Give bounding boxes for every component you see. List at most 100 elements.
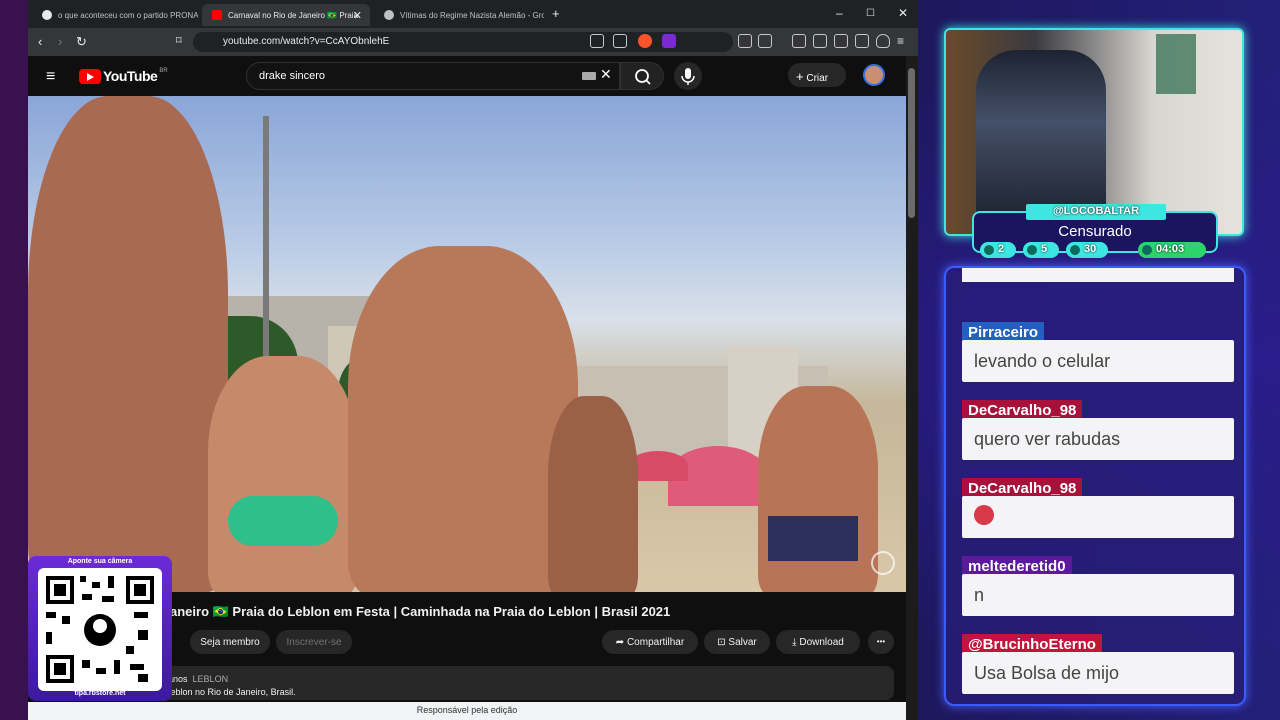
tab-prona[interactable]: o que aconteceu com o partido PRONA - Pe — [32, 4, 198, 26]
kick-icon — [1070, 245, 1080, 255]
microphone-icon — [681, 68, 695, 85]
minimize-button[interactable]: – — [836, 6, 843, 20]
extensions-icon[interactable] — [738, 34, 752, 48]
chat-list: Pirraceiro levando o celular DeCarvalho_… — [962, 322, 1234, 704]
tab-label: Vítimas do Regime Nazista Alemão - Grok — [400, 10, 544, 20]
qr-code — [38, 568, 162, 691]
reload-icon[interactable]: ↻ — [76, 34, 87, 50]
cast-icon[interactable] — [590, 34, 604, 48]
watermark-icon — [871, 551, 895, 575]
logo-text: YouTube — [103, 68, 158, 84]
description-text: o Leblon no Rio de Janeiro, Brasil. — [158, 687, 296, 697]
create-label: Criar — [806, 73, 829, 84]
tab-grok[interactable]: Vítimas do Regime Nazista Alemão - Grok — [374, 4, 544, 26]
maximize-button[interactable]: ☐ — [866, 8, 875, 19]
search-icon — [635, 69, 651, 85]
vpn-icon[interactable] — [876, 34, 890, 48]
subscribe-button[interactable]: Inscrever-se — [276, 630, 352, 654]
avatar[interactable] — [863, 64, 885, 86]
streamer-handle: @LOCOBALTAR — [1026, 204, 1166, 220]
screenshot-icon[interactable] — [758, 34, 772, 48]
search-input[interactable]: drake sincero — [246, 62, 620, 90]
chat-message: DeCarvalho_98 quero ver rabudas — [962, 400, 1234, 478]
person — [28, 96, 228, 592]
rewards-icon[interactable] — [662, 34, 676, 48]
share-button[interactable]: ➦ Compartilhar — [602, 630, 698, 654]
stat-youtube: 5 — [1023, 242, 1059, 258]
grok-icon — [384, 10, 394, 20]
youtube-icon — [1027, 245, 1037, 255]
chat-text — [962, 496, 1234, 538]
chat-message-partial — [962, 268, 1234, 282]
new-tab-button[interactable]: + — [552, 6, 560, 21]
stat-value: 5 — [1041, 243, 1048, 255]
chat-icon — [984, 245, 994, 255]
person — [548, 396, 638, 592]
sidebar-icon[interactable] — [813, 34, 827, 48]
join-button[interactable]: Seja membro — [190, 630, 270, 654]
save-icon: ⊡ — [717, 637, 729, 648]
download-button[interactable]: ⤓ Download — [776, 630, 860, 654]
share-label: Compartilhar — [626, 637, 685, 648]
stat-value: 30 — [1084, 243, 1097, 255]
menu-icon[interactable]: ≡ — [897, 34, 904, 48]
subscribe-label: Inscrever-se — [286, 637, 342, 648]
description-meta: anos LEBLON — [168, 674, 228, 684]
share-icon[interactable] — [613, 34, 627, 48]
chat-text: n — [962, 574, 1234, 616]
window — [1156, 34, 1196, 94]
youtube-logo[interactable]: YouTube BR — [79, 68, 168, 84]
hamburger-icon[interactable]: ≡ — [46, 68, 55, 86]
tab-label: Carnaval no Rio de Janeiro 🇧🇷 Praia — [228, 10, 359, 20]
chat-message: meltederetid0 n — [962, 556, 1234, 634]
chat-text: Usa Bolsa de mijo — [962, 652, 1234, 694]
forward-icon[interactable]: › — [58, 34, 62, 49]
bookmark-icon[interactable]: ⌑ — [176, 34, 182, 47]
description-box[interactable]: anos LEBLON o Leblon no Rio de Janeiro, … — [138, 666, 894, 700]
close-window-button[interactable]: ✕ — [898, 6, 908, 20]
qr-url: tipa.rbstore.net — [74, 690, 126, 697]
stat-timer: 04:03 — [1138, 242, 1206, 258]
save-button[interactable]: ⊡ Salvar — [704, 630, 770, 654]
gaming-chair — [976, 50, 1106, 230]
voice-search-button[interactable] — [674, 62, 702, 90]
clear-search-icon[interactable]: ✕ — [600, 66, 612, 83]
back-icon[interactable]: ‹ — [38, 34, 42, 49]
chat-message: @BrucinhoEterno Usa Bolsa de mijo — [962, 634, 1234, 704]
music-icon[interactable] — [792, 34, 806, 48]
chat-text: quero ver rabudas — [962, 418, 1234, 460]
scrollbar-thumb[interactable] — [908, 68, 915, 218]
person — [208, 356, 358, 592]
search-value: drake sincero — [259, 70, 326, 82]
tab-carnaval[interactable]: Carnaval no Rio de Janeiro 🇧🇷 Praia ✕ — [202, 4, 370, 26]
close-tab-icon[interactable]: ✕ — [353, 9, 362, 22]
chat-user: meltederetid0 — [962, 556, 1072, 576]
brave-shield-icon[interactable] — [638, 34, 652, 48]
person — [758, 386, 878, 592]
chat-text: levando o celular — [962, 340, 1234, 382]
url-field[interactable]: youtube.com/watch?v=CcAYObnlehE — [193, 32, 733, 52]
leo-icon[interactable] — [855, 34, 869, 48]
create-button[interactable]: + Criar — [788, 63, 846, 87]
youtube-header: ≡ YouTube BR drake sincero ✕ + Criar — [28, 56, 918, 96]
video-player[interactable] — [28, 96, 906, 592]
chat-message: Pirraceiro levando o celular — [962, 322, 1234, 400]
qr-overlay: Aponte sua câmera tipa.rbstore.net — [28, 556, 172, 701]
keyboard-icon[interactable] — [582, 72, 596, 80]
youtube-play-icon — [79, 68, 101, 84]
wallet-icon[interactable] — [834, 34, 848, 48]
search-button[interactable] — [620, 62, 664, 90]
status-bar: Responsável pela edição — [28, 702, 906, 720]
join-label: Seja membro — [200, 637, 260, 648]
address-bar: ‹ › ↻ ⌑ youtube.com/watch?v=CcAYObnlehE … — [28, 28, 918, 56]
stat-chat: 2 — [980, 242, 1016, 258]
chat-overlay: Pirraceiro levando o celular DeCarvalho_… — [944, 266, 1246, 706]
url-text: youtube.com/watch?v=CcAYObnlehE — [223, 36, 390, 47]
chat-user: DeCarvalho_98 — [962, 478, 1083, 498]
tab-bar: o que aconteceu com o partido PRONA - Pe… — [28, 0, 918, 28]
swimsuit — [768, 516, 858, 561]
description-tag[interactable]: LEBLON — [193, 674, 229, 684]
sick-face-emoji — [974, 505, 994, 525]
scrollbar[interactable] — [906, 56, 918, 720]
more-button[interactable]: ••• — [868, 630, 894, 654]
